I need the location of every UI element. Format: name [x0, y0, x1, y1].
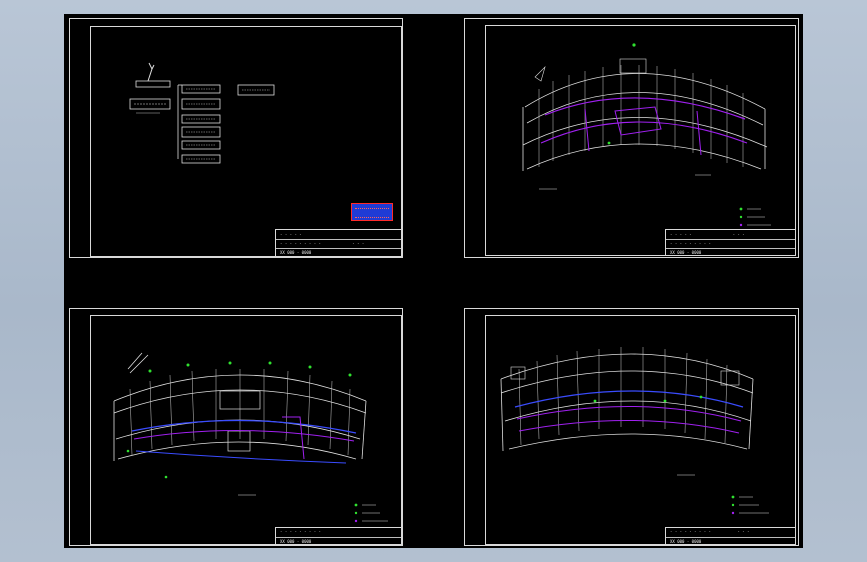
floor-plan-typical-graphic [500, 347, 769, 515]
title-block: - - - - - - - - - - - - XX 000 - 0000 [665, 527, 796, 545]
drawing-sheet-system-diagram[interactable]: - - - - - - - - - - - - - - - - - XX 000… [69, 18, 403, 258]
title-block: - - - - - - - - - XX 000 - 0000 [275, 527, 402, 545]
drawing-number: XX 000 - 0000 [670, 539, 702, 544]
title-block: - - - - - - - - - - - - - - - - - XX 000… [275, 229, 402, 257]
drawing-sheet-floor-plan-typical[interactable]: - - - - - - - - - - - - XX 000 - 0000 [464, 308, 799, 546]
drawing-number: XX 000 - 0000 [670, 250, 702, 255]
cad-viewport[interactable]: - - - - - - - - - - - - - - - - - XX 000… [64, 14, 803, 548]
drawing-sheet-floor-plan-upper[interactable]: - - - - - - - - - - - - - - - - - XX 000… [464, 18, 799, 258]
floor-plan-ground-graphic [113, 352, 388, 523]
drawing-number: XX 000 - 0000 [280, 539, 312, 544]
system-diagram-graphic [129, 62, 275, 164]
drawing-sheet-floor-plan-ground[interactable]: - - - - - - - - - XX 000 - 0000 [69, 308, 403, 546]
approval-stamp [351, 203, 393, 221]
title-block: - - - - - - - - - - - - - - - - - XX 000… [665, 229, 796, 256]
floor-plan-upper-graphic [522, 43, 771, 227]
drawing-number: XX 000 - 0000 [280, 250, 312, 255]
